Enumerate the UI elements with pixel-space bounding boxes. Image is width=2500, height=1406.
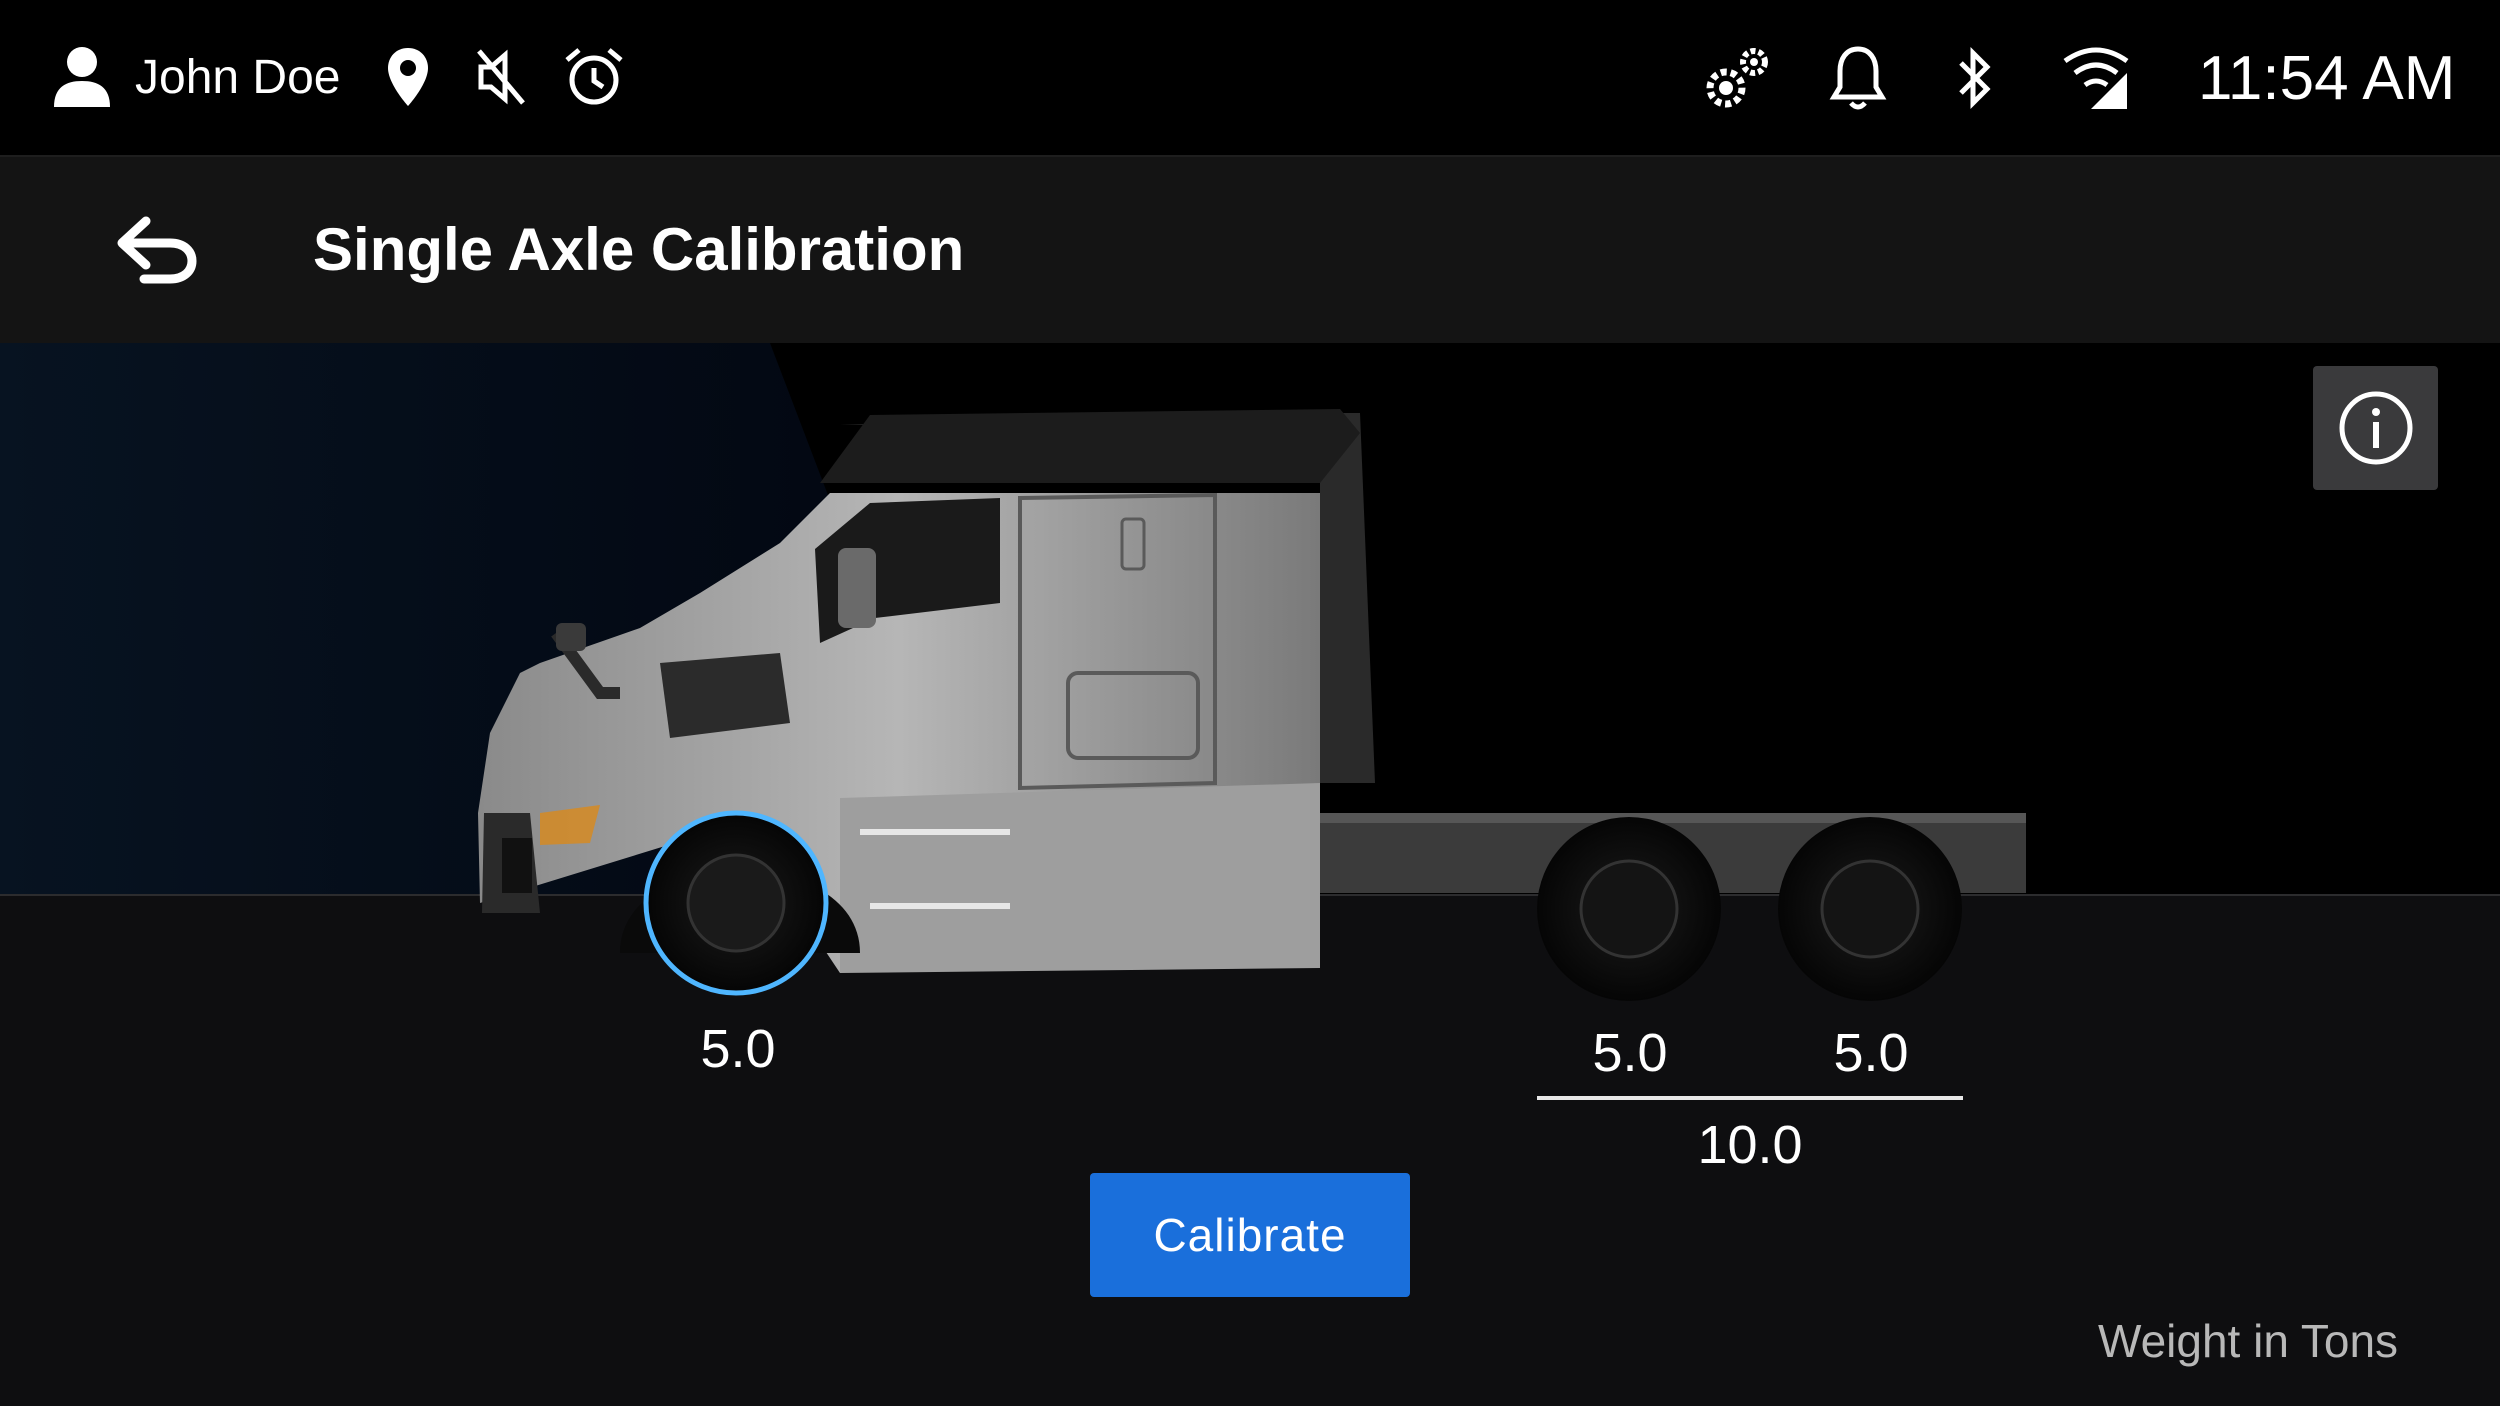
user-name[interactable]: John Doe [135,45,340,109]
rear-axle-1-weight: 5.0 [1592,1023,1668,1083]
mute-icon [473,45,529,109]
calibrate-button[interactable]: Calibrate [1090,1173,1410,1297]
alarm-icon [562,45,626,109]
rear-axle-2-weight: 5.0 [1833,1023,1909,1083]
location-icon [383,45,433,109]
back-arrow-icon[interactable] [112,210,202,290]
bell-icon[interactable] [1826,42,1890,114]
user-icon[interactable] [50,45,114,109]
front-axle-weight: 5.0 [700,1019,776,1079]
rear-axle-total-weight: 10.0 [1697,1115,1803,1175]
cellular-signal-icon [2060,42,2132,114]
status-bar: John Doe 11:54 AM [0,0,2500,155]
rear-total-divider [1537,1096,1963,1100]
info-icon [2339,391,2412,465]
bluetooth-icon[interactable] [1952,42,1998,114]
weight-units-label: Weight in Tons [2098,1315,2399,1367]
clock: 11:54 AM [2198,43,2456,113]
page-title: Single Axle Calibration [313,216,965,283]
info-button[interactable] [2313,366,2438,490]
settings-gears-icon[interactable] [1702,42,1774,114]
